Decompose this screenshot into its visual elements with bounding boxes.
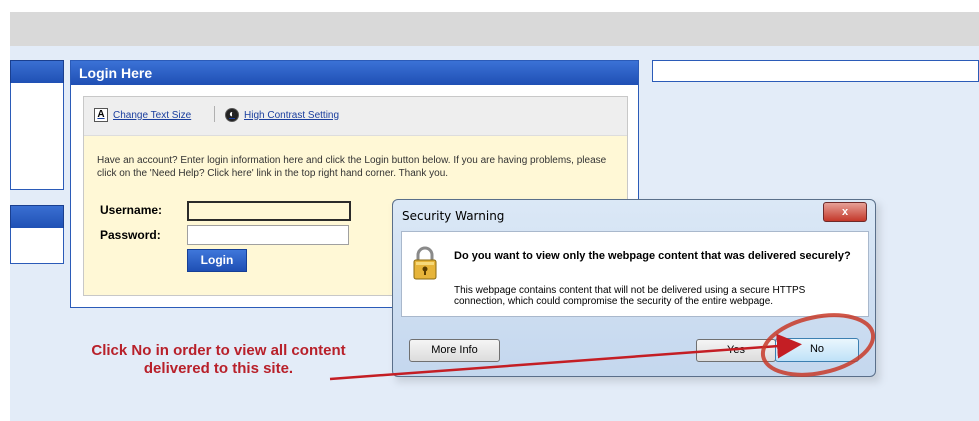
login-panel-header: Login Here: [71, 61, 638, 85]
top-band: [10, 12, 979, 46]
toolbar-divider: [214, 106, 215, 122]
right-panel-header: [652, 60, 979, 82]
left-panel-header: [10, 60, 64, 85]
no-button[interactable]: No: [775, 338, 859, 362]
password-label: Password:: [100, 228, 161, 242]
high-contrast-label: High Contrast Setting: [244, 109, 340, 121]
lock-icon: [413, 246, 437, 280]
dialog-question: Do you want to view only the webpage con…: [454, 250, 851, 262]
annotation-text: Click No in order to view all content de…: [91, 342, 346, 377]
close-icon[interactable]: x: [823, 202, 867, 222]
left-panel-body: [10, 83, 64, 190]
contrast-icon: ◐: [225, 108, 239, 122]
yes-button[interactable]: Yes: [696, 339, 776, 362]
dialog-body: Do you want to view only the webpage con…: [401, 231, 869, 317]
dialog-detail: This webpage contains content that will …: [454, 285, 806, 307]
security-warning-dialog: Security Warning x Do you want to view o…: [392, 199, 876, 377]
more-info-button[interactable]: More Info: [409, 339, 500, 362]
change-text-size-label: Change Text Size: [113, 109, 192, 121]
login-title: Login Here: [79, 65, 153, 81]
high-contrast-link[interactable]: ◐ High Contrast Setting: [225, 108, 339, 122]
change-text-size-link[interactable]: A Change Text Size: [94, 108, 191, 122]
text-size-icon: A: [94, 108, 108, 122]
left-panel-2-header: [10, 205, 64, 230]
login-description: Have an account? Enter login information…: [97, 155, 607, 179]
username-input[interactable]: [187, 201, 351, 221]
login-button[interactable]: Login: [187, 249, 247, 272]
left-panel-2-body: [10, 228, 64, 264]
dialog-title: Security Warning: [402, 209, 505, 223]
password-input[interactable]: [187, 225, 349, 245]
accessibility-toolbar: A Change Text Size ◐ High Contrast Setti…: [84, 97, 627, 136]
username-label: Username:: [100, 203, 163, 217]
